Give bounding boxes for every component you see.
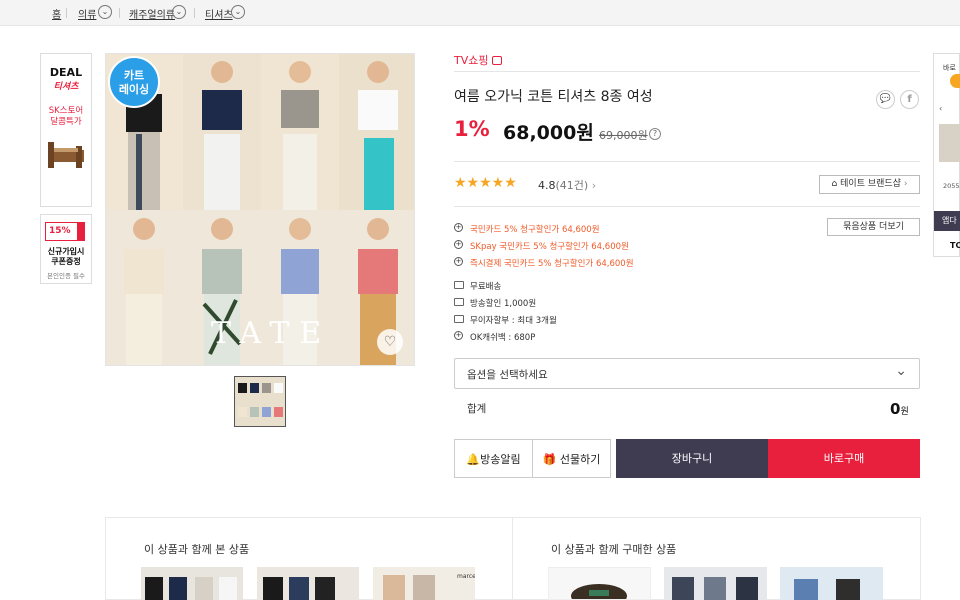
product-main-image[interactable]: 카트 레이싱 TATE ♡ [105,53,415,366]
plus-circle-icon: + [454,223,463,232]
deal-banner[interactable]: DEAL 티셔츠 SK스토어 달콤특가 [40,53,92,207]
truck-icon [454,281,464,289]
help-icon[interactable]: ? [649,128,661,140]
gift-icon: 🎁 [542,453,557,466]
original-price: 69,000원 [599,129,648,142]
chevron-down-icon: ⌄ [895,363,907,379]
thumbnail-photo [235,377,285,426]
coupon-tag [77,222,85,241]
breadcrumb-casual[interactable]: 캐주얼의류 [129,6,175,21]
rail-top-button[interactable]: TC [934,235,960,257]
breadcrumb-divider [119,8,120,18]
breadcrumb: 홈 의류 ⌄ 캐주얼의류 ⌄ 티셔츠 ⌄ [0,0,960,26]
rail-quick-label: 바로 [943,64,956,72]
rail-badge [950,74,960,88]
plus-circle-icon: + [454,331,463,340]
chevron-left-icon[interactable]: ‹ [939,104,942,113]
broadcast-alert-label: 방송알림 [480,453,521,466]
deal-subtitle: 티셔츠 [53,82,79,92]
review-count: (41건) [555,179,589,192]
recommend-photo [263,577,335,600]
breadcrumb-clothing[interactable]: 의류 [78,6,96,21]
benefit-item: SKpay 국민카드 5% 청구할인가 64,600원 [470,242,629,252]
option-select[interactable]: 옵션을 선택하세요 ⌄ [454,358,920,389]
more-bundle-button[interactable]: 묶음상품 더보기 [827,218,920,236]
brand-shop-button[interactable]: ⌂ 테이트 브랜드샵 › [819,175,920,194]
recommend-photo [672,577,758,600]
svg-text:marcel: marcel [457,573,475,580]
rating-stars-icon: ★★★★★ [454,175,517,191]
sale-price: 68,000원 [503,122,594,144]
recommend-item[interactable] [257,567,359,600]
total-unit: 원 [900,407,909,417]
seller-link[interactable]: TV쇼핑 [454,52,502,68]
recommend-photo: marcel [383,573,475,600]
broadcast-alert-button[interactable]: 🔔방송알림 [454,439,533,478]
recommend-item[interactable]: marcel [373,567,475,600]
cart-button[interactable]: 장바구니 [616,439,768,478]
installment-info: 무이자할부 : 최대 3개월 [470,316,557,326]
chat-share-icon[interactable]: 💬 [876,90,895,109]
brand-watermark: TATE [211,316,332,351]
recommend-photo [145,577,237,600]
deal-store: SK스토어 달콤특가 [48,106,84,127]
chevron-down-icon[interactable]: ⌄ [172,5,186,19]
recommend-item[interactable] [780,567,883,600]
bell-icon: 🔔 [466,453,481,466]
breadcrumb-home[interactable]: 홈 [52,6,61,21]
card-icon [454,315,464,323]
plus-circle-icon: + [454,257,463,266]
discount-rate: 1% [454,117,490,141]
divider [454,71,920,72]
total-value: 0원 [890,400,909,418]
viewed-together-title: 이 상품과 함께 본 상품 [144,543,250,556]
gift-button[interactable]: 🎁 선물하기 [532,439,611,478]
rail-thumbnail[interactable] [939,124,960,162]
product-title: 여름 오가닉 코튼 티셔츠 8종 여성 [454,89,653,105]
cashback-info: OK캐쉬백 : 680P [470,333,536,343]
broadcast-discount-icon [454,298,464,306]
divider [454,161,920,162]
coupon-banner[interactable]: 15% 신규가입시 쿠폰증정 본인인증 필수 [40,214,92,284]
recommend-photo [571,584,627,599]
seller-name: TV쇼핑 [454,54,489,67]
chevron-down-icon[interactable]: ⌄ [98,5,112,19]
rating-summary[interactable]: 4.8(41건) › [538,177,596,193]
brand-shop-label: 테이트 브랜드샵 [840,179,901,189]
bought-together-title: 이 상품과 함께 구매한 상품 [551,543,677,556]
total-label: 합계 [467,403,487,415]
benefit-item: 국민카드 5% 청구할인가 64,600원 [470,225,600,235]
bed-image [48,142,84,168]
benefit-item: 즉시결제 국민카드 5% 청구할인가 64,600원 [470,259,634,269]
broadcast-discount-info: 방송할인 1,000원 [470,299,537,309]
heart-icon[interactable]: ♡ [377,329,403,355]
recommend-item[interactable] [141,567,243,600]
coupon-note: 본인인증 필수 [47,272,85,280]
shipping-info: 무료배송 [470,282,502,292]
deal-title: DEAL [49,66,83,79]
product-thumbnail[interactable] [234,376,286,427]
chevron-down-icon[interactable]: ⌄ [231,5,245,19]
home-icon: ⌂ [831,179,838,189]
recent-viewed-rail: 바로 ‹ 2055 앱다 TC [933,53,960,257]
option-placeholder: 옵션을 선택하세요 [467,369,548,381]
gift-label: 선물하기 [559,453,601,466]
rating-score: 4.8 [538,179,556,192]
recommend-item[interactable] [548,567,651,600]
breadcrumb-divider [194,8,195,18]
plus-circle-icon: + [454,240,463,249]
buy-now-button[interactable]: 바로구매 [768,439,920,478]
breadcrumb-divider [66,8,67,18]
facebook-share-icon[interactable]: f [900,90,919,109]
coupon-text: 신규가입시 쿠폰증정 [47,247,85,266]
rail-price: 2055 [943,182,960,190]
rail-app-tab[interactable]: 앱다 [934,211,960,231]
total-amount: 0 [890,400,901,418]
cart-racing-badge: 카트 레이싱 [108,56,160,108]
divider [454,206,920,207]
tv-icon [491,56,502,65]
breadcrumb-tshirt[interactable]: 티셔츠 [205,6,233,21]
recommend-photo [794,579,860,600]
recommend-item[interactable] [664,567,767,600]
